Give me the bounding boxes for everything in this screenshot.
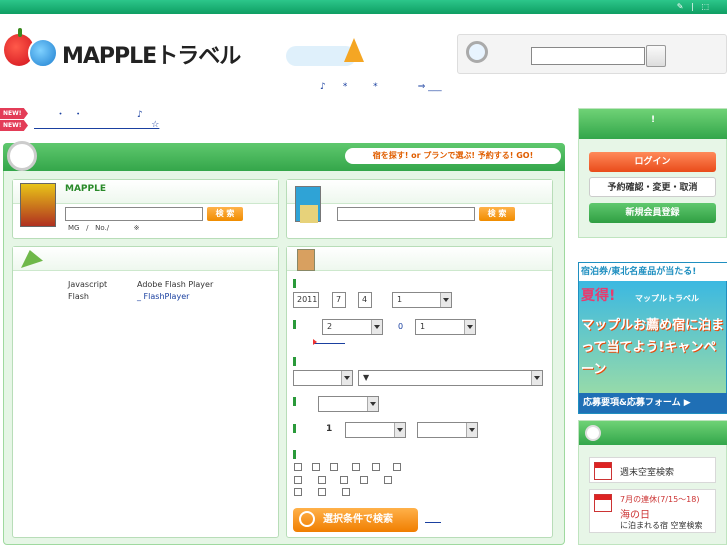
option-checkbox[interactable] <box>318 476 326 484</box>
mapple-search-button[interactable]: 検 索 <box>207 207 243 221</box>
calendar-icon <box>594 462 612 480</box>
ad-footer-link[interactable]: 応募要項&応募フォーム ▶ <box>579 393 727 413</box>
login-button[interactable]: ログイン <box>589 152 716 172</box>
mapple-search-panel: MAPPLE 検 索 MG / No./ ※ <box>12 179 279 239</box>
notice-link[interactable]: ♪ * * ⇒ ___ <box>320 82 442 92</box>
weekend-label: 週末空室検索 <box>620 468 675 478</box>
option-checkbox[interactable] <box>294 463 302 471</box>
search-submit-button[interactable]: 選択条件で検索 <box>293 508 418 532</box>
option-checkbox[interactable] <box>352 463 360 471</box>
hotel-icon <box>295 186 321 223</box>
option-checkbox[interactable] <box>312 463 320 471</box>
new-badge: NEW! <box>0 108 28 119</box>
map-panel: Javascript Adobe Flash Player Flash _ Fl… <box>12 246 279 538</box>
reservation-button[interactable]: 予約確認・変更・取消 <box>589 177 716 197</box>
price-select[interactable] <box>318 396 379 412</box>
condition-panel <box>286 246 553 538</box>
search-icon <box>299 511 315 527</box>
flashplayer-link[interactable]: _ FlashPlayer <box>137 292 189 301</box>
day-field[interactable]: 4 <box>358 292 372 308</box>
detail-link[interactable] <box>313 338 345 344</box>
vacancy-sidebar: 週末空室検索 7月の連休(7/15〜18) 海の日 に泊まれる宿 空室検索 <box>578 420 727 545</box>
max-price-select[interactable] <box>417 422 478 438</box>
search-input[interactable] <box>531 47 645 65</box>
option-checkbox[interactable] <box>330 463 338 471</box>
ad-headline: 宿泊券/東北名産品が当たる! <box>579 263 727 281</box>
count-label: 1 <box>326 424 333 434</box>
go-banner: 宿を探す! or プランで選ぶ! 予約する! GO! <box>345 148 561 164</box>
option-checkbox[interactable] <box>360 476 368 484</box>
hotel-name-input[interactable] <box>337 207 475 221</box>
flash-notice-text: Javascript <box>68 280 108 289</box>
search-button[interactable] <box>646 45 666 67</box>
magnifier-icon <box>7 141 37 171</box>
area-select[interactable] <box>293 370 353 386</box>
register-button[interactable]: 新規会員登録 <box>589 203 716 223</box>
calendar-icon <box>594 494 612 512</box>
top-bar-links[interactable]: ✎ | ⬚ <box>677 2 709 11</box>
adults-select[interactable]: 1 <box>415 319 476 335</box>
member-sidebar: ! ログイン 予約確認・変更・取消 新規会員登録 <box>578 108 727 238</box>
arrow-icon <box>313 339 317 345</box>
holiday-vacancy-link[interactable]: 7月の連休(7/15〜18) 海の日 に泊まれる宿 空室検索 <box>589 489 716 533</box>
globe-icon <box>28 38 58 68</box>
weekend-vacancy-link[interactable]: 週末空室検索 <box>589 457 716 483</box>
search-icon <box>466 41 488 63</box>
header-search <box>457 34 727 74</box>
option-checkbox[interactable] <box>342 488 350 496</box>
holiday-name: 海の日 <box>620 510 650 521</box>
magnifier-icon <box>585 425 601 441</box>
month-field[interactable]: 7 <box>332 292 346 308</box>
holiday-desc: に泊まれる宿 空室検索 <box>620 521 703 530</box>
cloud-sailboat-icon <box>286 38 386 68</box>
guidebook-icon <box>20 183 56 227</box>
flash-player-text: Adobe Flash Player <box>137 280 214 289</box>
ad-title: 夏得! <box>581 288 616 304</box>
option-checkbox[interactable] <box>372 463 380 471</box>
hotel-search-button[interactable]: 検 索 <box>479 207 515 221</box>
nights-select[interactable]: 1 <box>392 292 452 308</box>
news-item[interactable]: ・ ・ ♪ <box>36 107 143 120</box>
option-checkbox[interactable] <box>318 488 326 496</box>
logo-text: MAPPLEトラベル <box>62 44 241 69</box>
rooms-select[interactable]: 2 <box>322 319 383 335</box>
option-checkbox[interactable] <box>340 476 348 484</box>
option-checkbox[interactable] <box>294 488 302 496</box>
option-checkbox[interactable] <box>294 476 302 484</box>
min-price-select[interactable] <box>345 422 406 438</box>
search-main-header: 宿を探す! or プランで選ぶ! 予約する! GO! <box>3 141 565 171</box>
member-header: ! <box>579 109 727 139</box>
mapple-hint: MG / No./ ※ <box>68 224 140 232</box>
campaign-banner[interactable]: 宿泊券/東北名産品が当たる! 夏得! マップルトラベル マップルお薦め宿に泊まっ… <box>578 262 727 414</box>
ad-sub: マップルトラベル <box>635 294 699 303</box>
region-select[interactable]: ▼ <box>358 370 543 386</box>
door-icon <box>297 249 315 271</box>
mapple-logo[interactable]: MAPPLEトラベル <box>2 28 272 76</box>
reset-link[interactable] <box>425 522 441 523</box>
option-checkbox[interactable] <box>393 463 401 471</box>
flash-notice-text: Flash <box>68 292 89 301</box>
year-field[interactable]: 2011 <box>293 292 319 308</box>
mapple-code-input[interactable] <box>65 207 203 221</box>
news-item[interactable]: ☆ <box>34 120 159 130</box>
ad-body: マップルお薦め宿に泊まって当てよう!キャンペーン <box>581 318 725 377</box>
adults-link[interactable]: 0 <box>398 322 403 331</box>
mapple-panel-title: MAPPLE <box>65 184 106 194</box>
new-badge: NEW! <box>0 120 28 131</box>
hotel-search-panel: 検 索 <box>286 179 553 239</box>
option-checkbox[interactable] <box>384 476 392 484</box>
holiday-date: 7月の連休(7/15〜18) <box>620 495 700 504</box>
top-bar: ✎ | ⬚ <box>0 0 727 14</box>
